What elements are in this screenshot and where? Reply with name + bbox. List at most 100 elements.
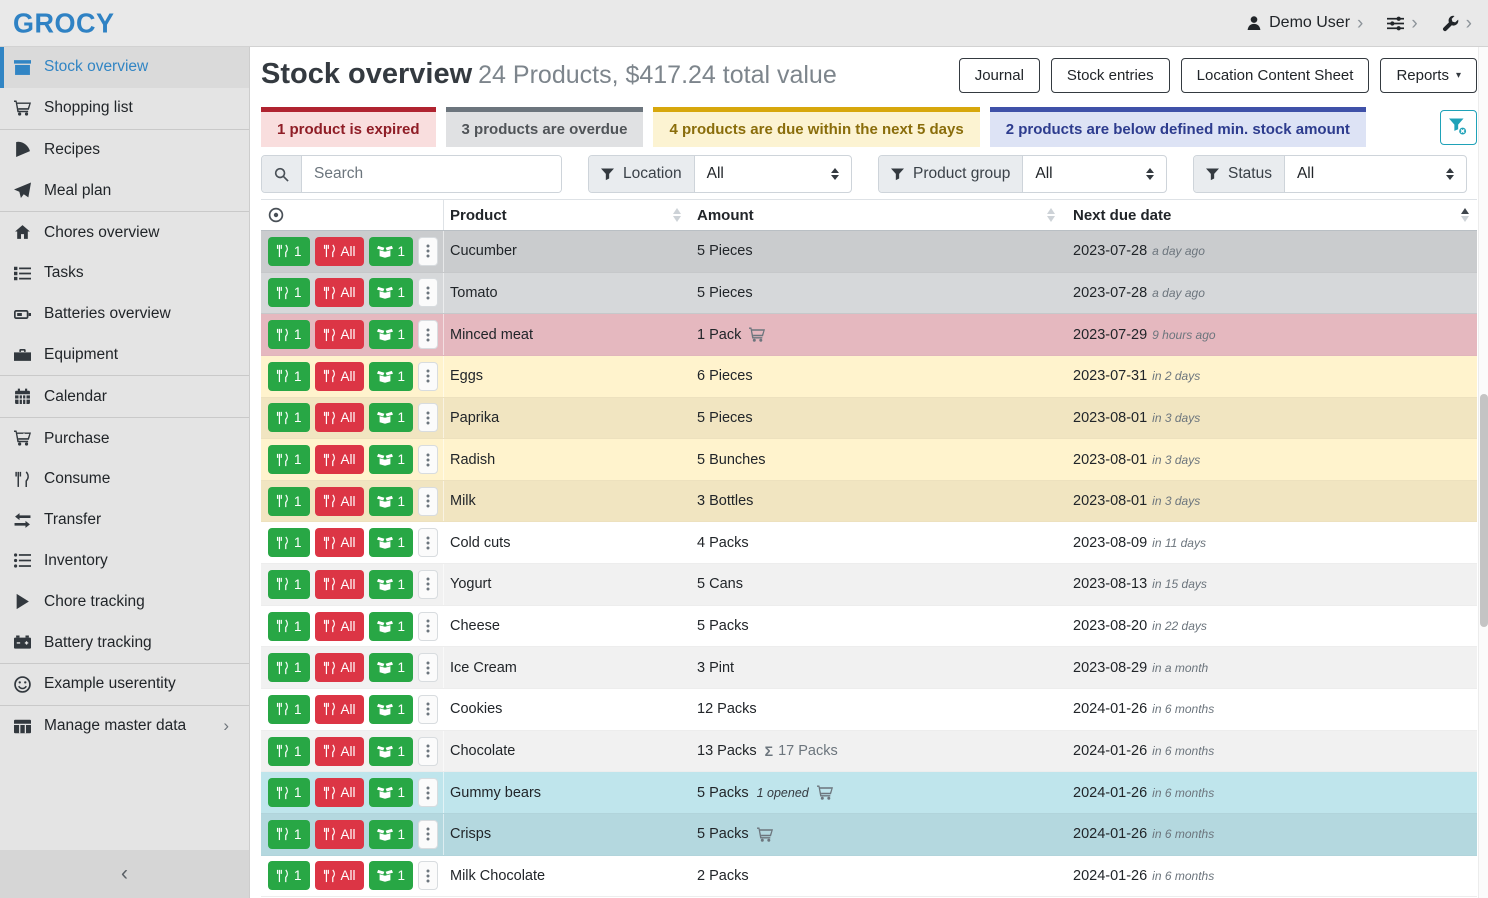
open-one-button[interactable]: 1 [369,362,414,391]
open-one-button[interactable]: 1 [369,237,414,266]
row-menu-button[interactable] [418,320,438,349]
consume-all-button[interactable]: All [315,487,364,516]
row-menu-button[interactable] [418,445,438,474]
alert-due-soon[interactable]: 4 products are due within the next 5 day… [653,107,979,147]
sidebar-item-recipes[interactable]: Recipes [0,130,249,171]
sidebar-item-consume[interactable]: Consume [0,459,249,500]
location-content-sheet-button[interactable]: Location Content Sheet [1181,58,1370,93]
table-row[interactable]: 1 All 1 Minced meat 1 Pack [261,314,1477,356]
consume-one-button[interactable]: 1 [268,612,310,641]
consume-one-button[interactable]: 1 [268,362,310,391]
row-menu-button[interactable] [418,820,438,849]
consume-one-button[interactable]: 1 [268,861,310,890]
column-header-next-due-date[interactable]: Next due date [1073,200,1477,230]
table-row[interactable]: 1 All 1 Gummy bears 5 Packs [261,772,1477,814]
consume-all-button[interactable]: All [315,695,364,724]
table-row[interactable]: 1 All 1 Cookies 12 Packs [261,689,1477,731]
sidebar-item-calendar[interactable]: Calendar [0,376,249,417]
consume-all-button[interactable]: All [315,445,364,474]
row-menu-button[interactable] [418,487,438,516]
page-scrollbar[interactable] [1478,47,1488,898]
alert-expired[interactable]: 1 product is expired [261,107,436,147]
row-menu-button[interactable] [418,612,438,641]
settings-menu[interactable]: › [1387,14,1417,33]
stock-entries-button[interactable]: Stock entries [1051,58,1170,93]
user-menu[interactable]: Demo User › [1246,14,1363,33]
open-one-button[interactable]: 1 [369,612,414,641]
sidebar-item-stock-overview[interactable]: Stock overview [0,47,249,88]
consume-one-button[interactable]: 1 [268,278,310,307]
open-one-button[interactable]: 1 [369,820,414,849]
consume-all-button[interactable]: All [315,362,364,391]
consume-one-button[interactable]: 1 [268,820,310,849]
row-menu-button[interactable] [418,362,438,391]
open-one-button[interactable]: 1 [369,528,414,557]
alert-overdue[interactable]: 3 products are overdue [446,107,644,147]
consume-all-button[interactable]: All [315,570,364,599]
open-one-button[interactable]: 1 [369,778,414,807]
reports-dropdown-button[interactable]: Reports▾ [1380,58,1477,93]
table-row[interactable]: 1 All 1 Eggs 6 Pieces [261,356,1477,398]
row-menu-button[interactable] [418,570,438,599]
consume-all-button[interactable]: All [315,653,364,682]
row-menu-button[interactable] [418,695,438,724]
sidebar-item-purchase[interactable]: Purchase [0,418,249,459]
open-one-button[interactable]: 1 [369,570,414,599]
table-row[interactable]: 1 All 1 Radish 5 Bunches [261,439,1477,481]
consume-one-button[interactable]: 1 [268,320,310,349]
sidebar-item-battery-tracking[interactable]: Battery tracking [0,622,249,663]
open-one-button[interactable]: 1 [369,403,414,432]
consume-one-button[interactable]: 1 [268,403,310,432]
consume-all-button[interactable]: All [315,278,364,307]
consume-one-button[interactable]: 1 [268,237,310,266]
sidebar-item-chores-overview[interactable]: Chores overview [0,212,249,253]
sidebar-item-equipment[interactable]: Equipment [0,335,249,376]
journal-button[interactable]: Journal [959,58,1040,93]
consume-one-button[interactable]: 1 [268,487,310,516]
open-one-button[interactable]: 1 [369,320,414,349]
table-row[interactable]: 1 All 1 Crisps 5 Packs [261,814,1477,856]
consume-all-button[interactable]: All [315,861,364,890]
consume-all-button[interactable]: All [315,528,364,557]
table-row[interactable]: 1 All 1 Milk Chocolate 2 Pac [261,856,1477,898]
column-header-product[interactable]: Product [443,200,697,230]
sidebar-item-shopping-list[interactable]: Shopping list [0,88,249,129]
alert-below-min[interactable]: 2 products are below defined min. stock … [990,107,1366,147]
consume-all-button[interactable]: All [315,612,364,641]
consume-all-button[interactable]: All [315,778,364,807]
consume-all-button[interactable]: All [315,737,364,766]
consume-one-button[interactable]: 1 [268,528,310,557]
table-row[interactable]: 1 All 1 Ice Cream 3 Pint [261,647,1477,689]
row-menu-button[interactable] [418,237,438,266]
consume-all-button[interactable]: All [315,820,364,849]
sidebar-item-batteries-overview[interactable]: Batteries overview [0,294,249,335]
scrollbar-thumb[interactable] [1480,394,1488,627]
sidebar-collapse-button[interactable]: ‹ [0,850,249,898]
sidebar-item-tasks[interactable]: Tasks [0,253,249,294]
product-group-select[interactable]: All [1023,156,1166,192]
table-row[interactable]: 1 All 1 Cucumber 5 Pieces [261,231,1477,273]
status-select[interactable]: All [1285,156,1466,192]
consume-one-button[interactable]: 1 [268,695,310,724]
sidebar-item-chore-tracking[interactable]: Chore tracking [0,581,249,622]
open-one-button[interactable]: 1 [369,487,414,516]
consume-all-button[interactable]: All [315,237,364,266]
open-one-button[interactable]: 1 [369,861,414,890]
row-menu-button[interactable] [418,778,438,807]
table-row[interactable]: 1 All 1 Cheese 5 Packs [261,606,1477,648]
column-visibility-toggle[interactable] [261,200,443,230]
sidebar-item-inventory[interactable]: Inventory [0,541,249,582]
column-header-amount[interactable]: Amount [697,200,1073,230]
sidebar-item-example-userentity[interactable]: Example userentity [0,664,249,705]
consume-all-button[interactable]: All [315,403,364,432]
open-one-button[interactable]: 1 [369,445,414,474]
open-one-button[interactable]: 1 [369,695,414,724]
open-one-button[interactable]: 1 [369,653,414,682]
table-row[interactable]: 1 All 1 Tomato 5 Pieces [261,273,1477,315]
open-one-button[interactable]: 1 [369,737,414,766]
consume-one-button[interactable]: 1 [268,737,310,766]
row-menu-button[interactable] [418,861,438,890]
sidebar-item-transfer[interactable]: Transfer [0,500,249,541]
row-menu-button[interactable] [418,737,438,766]
table-row[interactable]: 1 All 1 Chocolate 13 Packs [261,731,1477,773]
